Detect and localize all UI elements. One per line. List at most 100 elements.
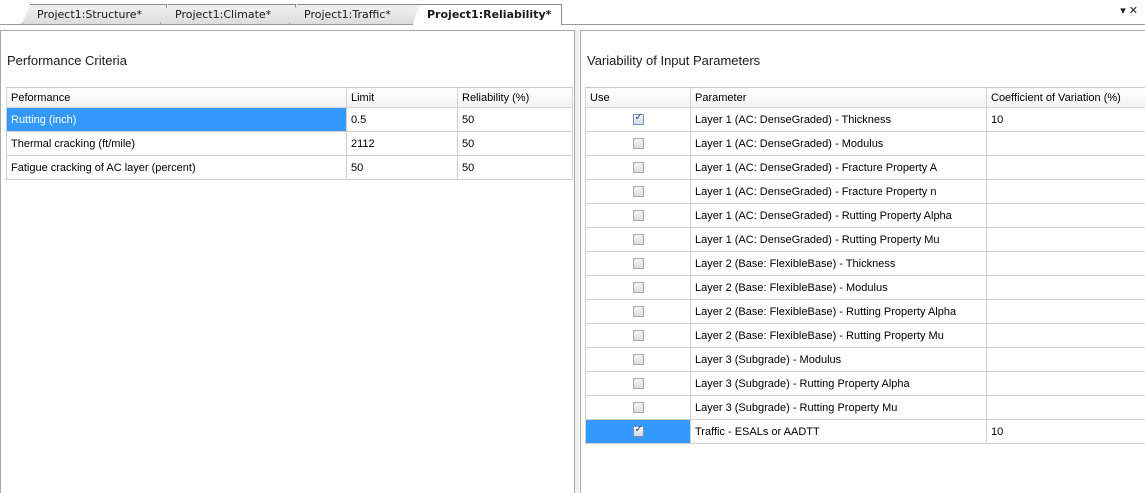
cov-cell[interactable] [986, 299, 1145, 324]
use-cell[interactable] [585, 323, 691, 348]
tab-controls: ▾✕ [1120, 4, 1141, 17]
table-row[interactable]: Layer 2 (Base: FlexibleBase) - Rutting P… [585, 299, 1145, 324]
cov-cell[interactable] [986, 131, 1145, 156]
use-cell[interactable] [585, 227, 691, 252]
tab-climate[interactable]: Project1:Climate* [160, 4, 296, 24]
parameter-cell[interactable]: Layer 2 (Base: FlexibleBase) - Rutting P… [690, 323, 987, 348]
column-header-cov[interactable]: Coefficient of Variation (%) [986, 87, 1145, 108]
parameter-cell[interactable]: Traffic - ESALs or AADTT [690, 419, 987, 444]
tab-structure[interactable]: Project1:Structure* [22, 4, 167, 24]
table-row[interactable]: Layer 3 (Subgrade) - Modulus [585, 347, 1145, 372]
performance-cell[interactable]: Thermal cracking (ft/mile) [6, 131, 347, 156]
use-checkbox[interactable] [632, 162, 644, 174]
table-row[interactable]: Layer 2 (Base: FlexibleBase) - Modulus [585, 275, 1145, 300]
parameter-cell[interactable]: Layer 1 (AC: DenseGraded) - Fracture Pro… [690, 179, 987, 204]
use-cell[interactable] [585, 251, 691, 276]
parameter-cell[interactable]: Layer 2 (Base: FlexibleBase) - Rutting P… [690, 299, 987, 324]
cov-cell[interactable] [986, 251, 1145, 276]
use-cell[interactable] [585, 155, 691, 180]
table-row[interactable]: Layer 2 (Base: FlexibleBase) - Rutting P… [585, 323, 1145, 348]
table-header-row: Peformance Limit Reliability (%) [6, 87, 573, 108]
limit-cell[interactable]: 2112 [346, 131, 458, 156]
use-checkbox[interactable] [632, 378, 644, 390]
cov-cell[interactable] [986, 323, 1145, 348]
use-checkbox[interactable] [632, 210, 644, 222]
panel-splitter[interactable] [575, 30, 579, 493]
performance-cell[interactable]: Fatigue cracking of AC layer (percent) [6, 155, 347, 180]
use-cell[interactable] [585, 107, 691, 132]
use-cell[interactable] [585, 203, 691, 228]
cov-cell[interactable] [986, 395, 1145, 420]
parameter-cell[interactable]: Layer 1 (AC: DenseGraded) - Fracture Pro… [690, 155, 987, 180]
tab-reliability[interactable]: Project1:Reliability* [412, 4, 562, 25]
table-row[interactable]: Layer 1 (AC: DenseGraded) - Modulus [585, 131, 1145, 156]
performance-cell[interactable]: Rutting (inch) [6, 107, 347, 132]
use-checkbox[interactable] [632, 186, 644, 198]
use-cell[interactable] [585, 395, 691, 420]
column-header-limit[interactable]: Limit [346, 87, 458, 108]
cov-cell[interactable] [986, 155, 1145, 180]
cov-cell[interactable] [986, 371, 1145, 396]
cov-cell[interactable] [986, 227, 1145, 252]
parameter-cell[interactable]: Layer 1 (AC: DenseGraded) - Rutting Prop… [690, 227, 987, 252]
cov-cell[interactable]: 10 [986, 107, 1145, 132]
use-checkbox[interactable] [632, 138, 644, 150]
close-icon[interactable]: ✕ [1129, 4, 1141, 17]
table-row[interactable]: Rutting (inch) 0.5 50 [6, 107, 573, 132]
use-checkbox[interactable] [632, 282, 644, 294]
use-checkbox[interactable] [632, 258, 644, 270]
table-row[interactable]: Layer 3 (Subgrade) - Rutting Property Mu [585, 395, 1145, 420]
table-row[interactable]: Layer 1 (AC: DenseGraded) - Thickness10 [585, 107, 1145, 132]
parameter-cell[interactable]: Layer 2 (Base: FlexibleBase) - Modulus [690, 275, 987, 300]
use-checkbox[interactable] [632, 234, 644, 246]
parameter-cell[interactable]: Layer 2 (Base: FlexibleBase) - Thickness [690, 251, 987, 276]
parameter-cell[interactable]: Layer 3 (Subgrade) - Rutting Property Mu [690, 395, 987, 420]
table-row[interactable]: Layer 1 (AC: DenseGraded) - Rutting Prop… [585, 227, 1145, 252]
parameter-cell[interactable]: Layer 1 (AC: DenseGraded) - Rutting Prop… [690, 203, 987, 228]
tab-divider [0, 24, 1145, 25]
use-cell[interactable] [585, 419, 691, 444]
cov-cell[interactable] [986, 203, 1145, 228]
variability-table: Use Parameter Coefficient of Variation (… [585, 87, 1145, 444]
table-row[interactable]: Layer 1 (AC: DenseGraded) - Fracture Pro… [585, 155, 1145, 180]
use-cell[interactable] [585, 131, 691, 156]
tab-traffic[interactable]: Project1:Traffic* [289, 4, 420, 24]
use-checkbox[interactable] [632, 402, 644, 414]
parameter-cell[interactable]: Layer 3 (Subgrade) - Modulus [690, 347, 987, 372]
cov-cell[interactable] [986, 179, 1145, 204]
parameter-cell[interactable]: Layer 1 (AC: DenseGraded) - Modulus [690, 131, 987, 156]
table-row[interactable]: Traffic - ESALs or AADTT10 [585, 419, 1145, 444]
limit-cell[interactable]: 0.5 [346, 107, 458, 132]
reliability-cell[interactable]: 50 [457, 107, 573, 132]
use-checkbox[interactable] [632, 112, 644, 126]
use-checkbox[interactable] [632, 354, 644, 366]
cov-cell[interactable] [986, 275, 1145, 300]
use-cell[interactable] [585, 371, 691, 396]
table-row[interactable]: Fatigue cracking of AC layer (percent) 50… [6, 155, 573, 180]
column-header-performance[interactable]: Peformance [6, 87, 347, 108]
cov-cell[interactable]: 10 [986, 419, 1145, 444]
reliability-cell[interactable]: 50 [457, 155, 573, 180]
use-cell[interactable] [585, 275, 691, 300]
column-header-use[interactable]: Use [585, 87, 691, 108]
column-header-reliability[interactable]: Reliability (%) [457, 87, 573, 108]
table-row[interactable]: Thermal cracking (ft/mile) 2112 50 [6, 131, 573, 156]
tab-list-dropdown-icon[interactable]: ▾ [1120, 4, 1129, 17]
limit-cell[interactable]: 50 [346, 155, 458, 180]
variability-panel: Variability of Input Parameters Use Para… [580, 30, 1145, 493]
table-row[interactable]: Layer 2 (Base: FlexibleBase) - Thickness [585, 251, 1145, 276]
table-row[interactable]: Layer 1 (AC: DenseGraded) - Fracture Pro… [585, 179, 1145, 204]
reliability-cell[interactable]: 50 [457, 131, 573, 156]
use-cell[interactable] [585, 299, 691, 324]
parameter-cell[interactable]: Layer 3 (Subgrade) - Rutting Property Al… [690, 371, 987, 396]
table-row[interactable]: Layer 3 (Subgrade) - Rutting Property Al… [585, 371, 1145, 396]
use-checkbox[interactable] [632, 306, 644, 318]
use-checkbox[interactable] [632, 330, 644, 342]
parameter-cell[interactable]: Layer 1 (AC: DenseGraded) - Thickness [690, 107, 987, 132]
table-row[interactable]: Layer 1 (AC: DenseGraded) - Rutting Prop… [585, 203, 1145, 228]
use-cell[interactable] [585, 179, 691, 204]
use-cell[interactable] [585, 347, 691, 372]
column-header-parameter[interactable]: Parameter [690, 87, 987, 108]
cov-cell[interactable] [986, 347, 1145, 372]
use-checkbox[interactable] [632, 424, 644, 438]
